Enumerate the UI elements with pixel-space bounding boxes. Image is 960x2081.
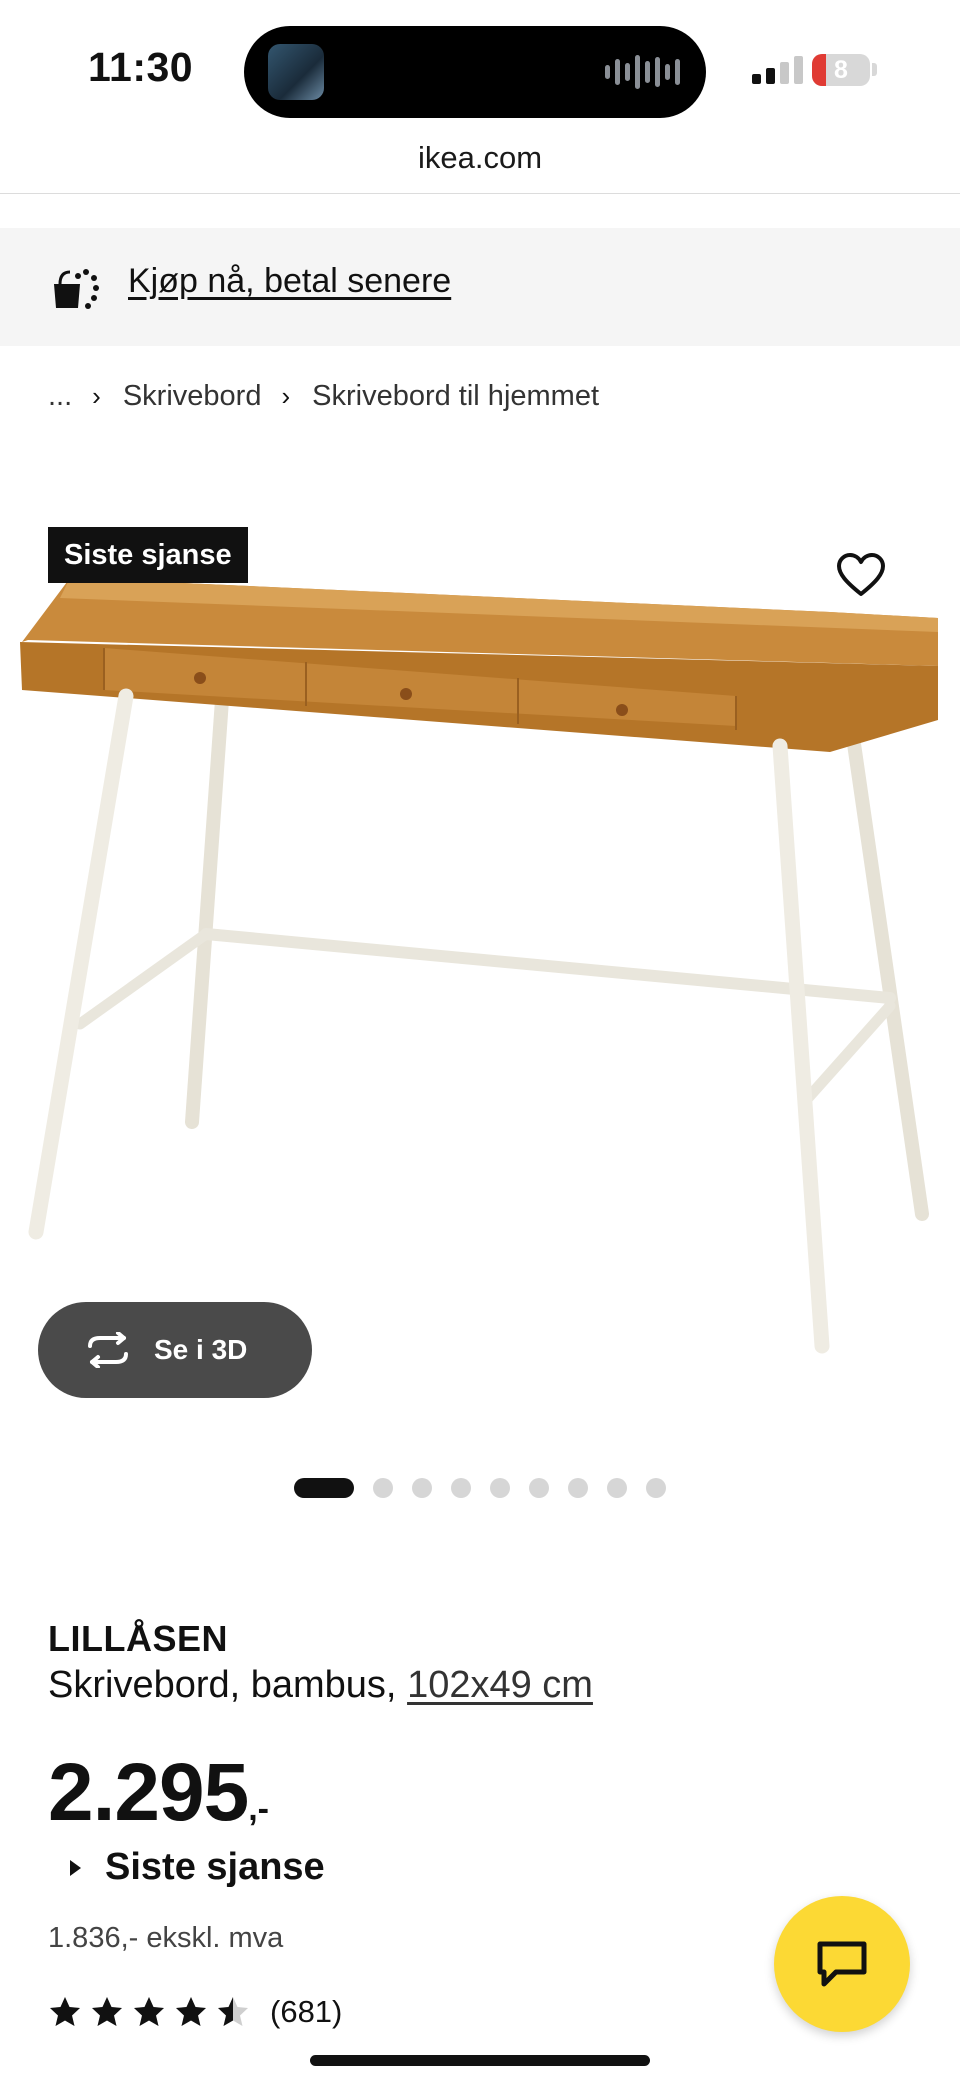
breadcrumb: ... › Skrivebord › Skrivebord til hjemme… bbox=[48, 380, 599, 413]
status-time: 11:30 bbox=[88, 44, 194, 90]
price-integer: 2.295 bbox=[48, 1747, 249, 1838]
gallery-dot[interactable] bbox=[529, 1478, 549, 1498]
product-rating[interactable]: (681) bbox=[48, 1994, 342, 2030]
product-description: Skrivebord, bambus, 102x49 cm bbox=[48, 1664, 593, 1707]
last-chance-badge: Siste sjanse bbox=[48, 527, 248, 583]
rating-stars bbox=[48, 1995, 250, 2029]
caret-right-icon bbox=[70, 1859, 81, 1876]
availability-toggle[interactable]: Siste sjanse bbox=[70, 1846, 325, 1889]
price-ex-vat: 1.836,- ekskl. mva bbox=[48, 1922, 284, 1954]
product-price: 2.295,- bbox=[48, 1746, 269, 1840]
chat-button[interactable] bbox=[774, 1896, 910, 2032]
star-icon bbox=[176, 1997, 206, 2026]
breadcrumb-ellipsis[interactable]: ... bbox=[48, 380, 72, 413]
product-name: LILLÅSEN bbox=[48, 1618, 228, 1659]
gallery-dot[interactable] bbox=[451, 1478, 471, 1498]
audio-waveform-icon bbox=[605, 52, 680, 92]
gallery-pagination bbox=[294, 1478, 666, 1498]
star-icon bbox=[218, 1997, 248, 2026]
gallery-dot[interactable] bbox=[412, 1478, 432, 1498]
battery-level: 8 bbox=[834, 56, 848, 84]
gallery-dot-active[interactable] bbox=[294, 1478, 354, 1498]
star-icon bbox=[50, 1997, 80, 2026]
home-indicator bbox=[310, 2055, 650, 2066]
product-type: Skrivebord, bambus, bbox=[48, 1664, 397, 1706]
battery-icon: 8 bbox=[812, 54, 870, 86]
bag-installment-icon bbox=[54, 269, 99, 309]
cellular-signal-icon bbox=[752, 56, 803, 84]
chevron-right-icon: › bbox=[281, 381, 291, 411]
now-playing-artwork bbox=[268, 44, 324, 100]
chevron-right-icon: › bbox=[92, 381, 101, 411]
star-icon bbox=[92, 1997, 122, 2026]
heart-outline-icon[interactable] bbox=[836, 552, 886, 598]
gallery-dot[interactable] bbox=[373, 1478, 393, 1498]
divider bbox=[0, 193, 960, 194]
gallery-dot[interactable] bbox=[568, 1478, 588, 1498]
chat-bubble-icon bbox=[817, 1941, 867, 1987]
gallery-dot[interactable] bbox=[607, 1478, 627, 1498]
gallery-dot[interactable] bbox=[490, 1478, 510, 1498]
browser-url[interactable]: ikea.com bbox=[0, 140, 960, 176]
view-in-3d-label: Se i 3D bbox=[154, 1334, 248, 1365]
star-icon bbox=[134, 1997, 164, 2026]
product-size-link[interactable]: 102x49 cm bbox=[407, 1664, 593, 1706]
dynamic-island[interactable] bbox=[244, 26, 706, 118]
price-suffix: ,- bbox=[248, 1790, 269, 1828]
promo-link[interactable]: Kjøp nå, betal senere bbox=[128, 262, 451, 301]
promo-banner[interactable]: Kjøp nå, betal senere bbox=[0, 228, 960, 346]
rotate-icon bbox=[88, 1332, 128, 1368]
breadcrumb-item-hjemmet[interactable]: Skrivebord til hjemmet bbox=[312, 380, 599, 413]
breadcrumb-item-skrivebord[interactable]: Skrivebord bbox=[123, 380, 262, 413]
battery-tip bbox=[872, 63, 877, 76]
view-in-3d-button[interactable]: Se i 3D bbox=[38, 1302, 312, 1398]
availability-label: Siste sjanse bbox=[105, 1846, 325, 1888]
review-count[interactable]: (681) bbox=[270, 1994, 342, 2030]
gallery-dot[interactable] bbox=[646, 1478, 666, 1498]
